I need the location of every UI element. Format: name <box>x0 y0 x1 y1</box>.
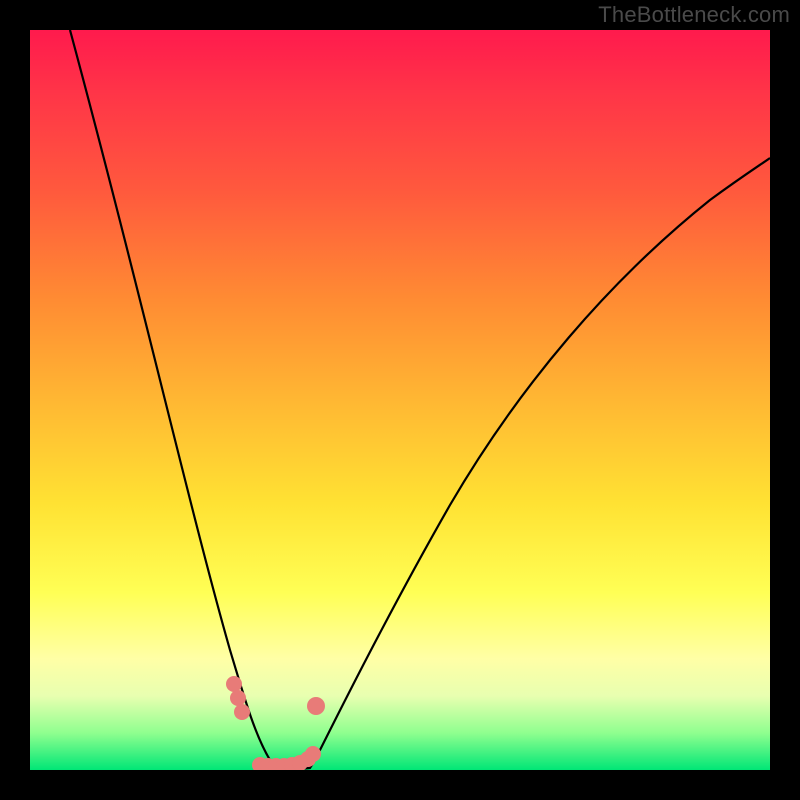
marker-dot <box>307 697 325 715</box>
chart-svg <box>30 30 770 770</box>
bottom-marker-group <box>226 676 325 770</box>
watermark-text: TheBottleneck.com <box>598 2 790 28</box>
marker-dot <box>305 746 321 762</box>
plot-area <box>30 30 770 770</box>
marker-dot <box>226 676 242 692</box>
bottleneck-curve <box>70 30 770 769</box>
chart-frame: TheBottleneck.com <box>0 0 800 800</box>
marker-dot <box>230 690 246 706</box>
marker-dot <box>234 704 250 720</box>
